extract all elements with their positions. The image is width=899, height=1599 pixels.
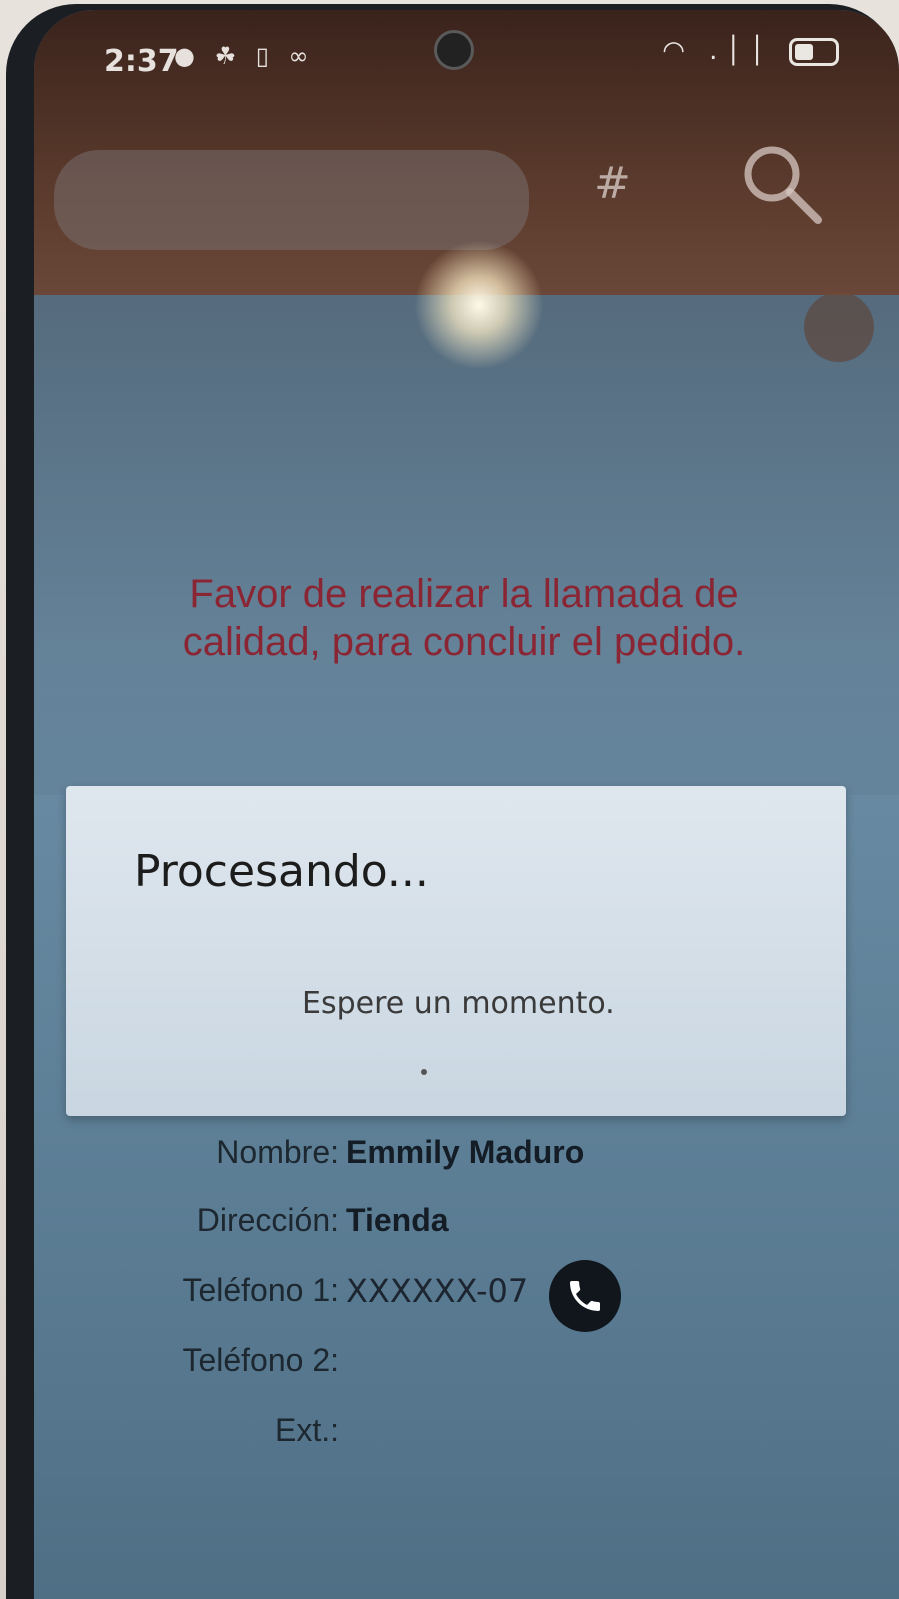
- customer-phone1-row: Teléfono 1: XXXXXX-07: [34, 1272, 899, 1318]
- hash-icon[interactable]: #: [594, 158, 631, 209]
- wifi-signal-icon: ◠ .││: [662, 36, 773, 66]
- customer-name-row: Nombre: Emmily Maduro: [34, 1134, 899, 1180]
- phone-icon: [570, 1281, 600, 1311]
- search-icon[interactable]: [736, 138, 826, 228]
- phone1-label: Teléfono 1:: [182, 1272, 339, 1308]
- address-label: Dirección:: [196, 1202, 339, 1238]
- name-value: Emmily Maduro: [346, 1134, 585, 1170]
- signal-icons: ◠ .││: [662, 36, 839, 66]
- screen-glare-overlay: [34, 295, 899, 795]
- phone2-label: Teléfono 2:: [182, 1342, 339, 1378]
- phone1-value: XXXXXX-07: [346, 1272, 529, 1310]
- battery-icon: [789, 37, 839, 66]
- customer-phone2-row: Teléfono 2:: [34, 1342, 899, 1388]
- ext-label: Ext.:: [274, 1412, 339, 1448]
- progress-indicator: [421, 1069, 427, 1075]
- processing-dialog: Procesando... Espere un momento.: [66, 786, 846, 1116]
- name-label: Nombre:: [216, 1134, 339, 1170]
- dialog-message: Espere un momento.: [302, 986, 615, 1021]
- status-time: 2:37: [104, 44, 179, 79]
- search-input[interactable]: [54, 150, 529, 250]
- phone-screen: 2:37 ● ☘ ▯ ∞ ◠ .││ # Favor de realizar l…: [34, 10, 899, 1599]
- call-button[interactable]: [549, 1260, 621, 1332]
- notification-icons: ● ☘ ▯ ∞: [174, 42, 315, 70]
- light-glare: [414, 240, 544, 370]
- customer-ext-row: Ext.:: [34, 1412, 899, 1458]
- customer-address-row: Dirección: Tienda: [34, 1202, 899, 1248]
- call-instruction-message: Favor de realizar la llamada de calidad,…: [182, 572, 746, 664]
- front-camera: [434, 30, 474, 70]
- address-value: Tienda: [346, 1202, 449, 1238]
- photo-background: 2:37 ● ☘ ▯ ∞ ◠ .││ # Favor de realizar l…: [0, 0, 899, 1599]
- dialog-title: Procesando...: [134, 846, 429, 897]
